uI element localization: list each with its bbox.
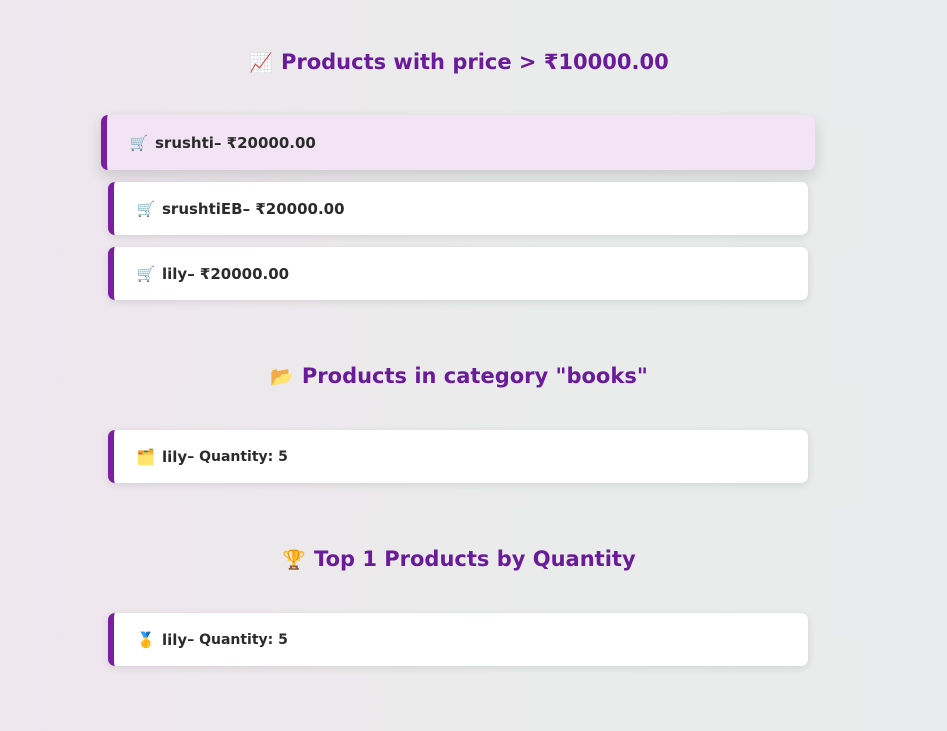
section-title-text: Top 1 Products by Quantity bbox=[314, 547, 636, 571]
section-title-category: 📂 Products in category "books" bbox=[0, 362, 918, 391]
product-quantity: – Quantity: 5 bbox=[187, 631, 288, 648]
section-title-text: Products in category "books" bbox=[301, 364, 648, 388]
product-price: – ₹20000.00 bbox=[213, 133, 316, 152]
category-card-lily[interactable]: 🗂️ lily – Quantity: 5 bbox=[108, 430, 808, 483]
shopping-cart-icon: 🛒 bbox=[136, 264, 156, 283]
product-name: srushti bbox=[155, 133, 214, 152]
section-title-text: Products with price > ₹10000.00 bbox=[280, 50, 669, 74]
product-price: – ₹20000.00 bbox=[187, 264, 290, 283]
product-name: srushtiEB bbox=[162, 199, 243, 218]
product-quantity: – Quantity: 5 bbox=[187, 448, 288, 465]
section-title-price: 📈 Products with price > ₹10000.00 bbox=[0, 48, 918, 77]
top-product-card-lily[interactable]: 🥇 lily – Quantity: 5 bbox=[108, 613, 808, 666]
product-card-srushtieb[interactable]: 🛒 srushtiEB – ₹20000.00 bbox=[108, 182, 808, 235]
shopping-cart-icon: 🛒 bbox=[129, 133, 149, 152]
chart-increasing-icon: 📈 bbox=[249, 52, 273, 74]
product-name: lily bbox=[162, 630, 188, 649]
product-price: – ₹20000.00 bbox=[242, 199, 345, 218]
gold-medal-icon: 🥇 bbox=[136, 630, 156, 649]
shopping-cart-icon: 🛒 bbox=[136, 199, 156, 218]
product-card-srushti[interactable]: 🛒 srushti – ₹20000.00 bbox=[101, 115, 815, 170]
card-index-dividers-icon: 🗂️ bbox=[136, 447, 156, 466]
section-title-top-quantity: 🏆 Top 1 Products by Quantity bbox=[0, 545, 918, 574]
product-name: lily bbox=[162, 447, 188, 466]
product-card-lily[interactable]: 🛒 lily – ₹20000.00 bbox=[108, 247, 808, 300]
open-folder-icon: 📂 bbox=[270, 366, 294, 388]
product-name: lily bbox=[162, 264, 188, 283]
trophy-icon: 🏆 bbox=[282, 549, 307, 571]
